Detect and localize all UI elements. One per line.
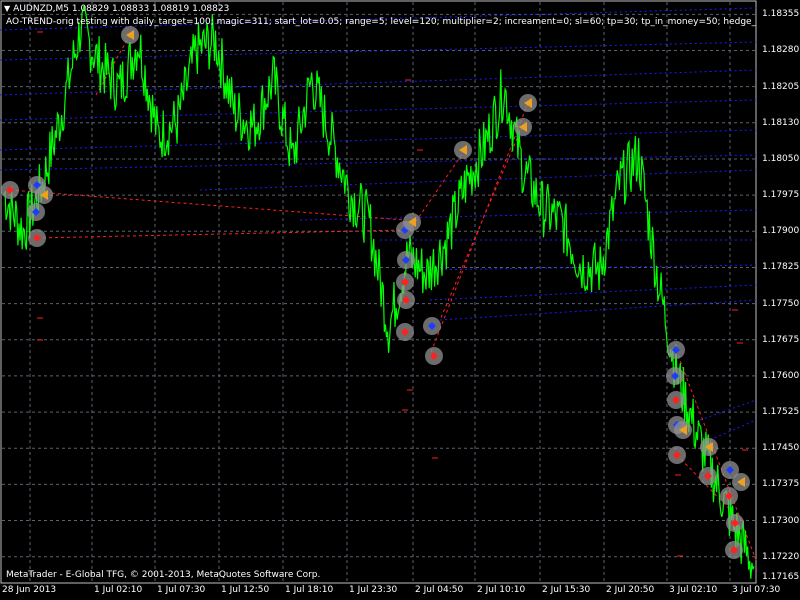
order-marker bbox=[397, 291, 415, 309]
order-marker bbox=[700, 438, 718, 456]
expert-advisor-settings: AO-TREND-orig testing with daily_target=… bbox=[6, 17, 756, 27]
order-marker bbox=[699, 467, 717, 485]
symbol-quote-line: AUDNZD,M5 1.08829 1.08833 1.08819 1.0882… bbox=[13, 4, 230, 14]
time-tick-label: 2 Jul 20:50 bbox=[606, 585, 655, 595]
time-tick-label: 3 Jul 07:30 bbox=[732, 585, 781, 595]
price-tick-label: 1.17750 bbox=[762, 298, 800, 309]
time-tick-label: 1 Jul 23:30 bbox=[349, 585, 398, 595]
order-marker bbox=[725, 541, 743, 559]
order-marker bbox=[732, 473, 750, 491]
order-marker bbox=[28, 229, 46, 247]
price-tick-label: 1.17300 bbox=[762, 515, 800, 526]
price-tick-label: 1.18355 bbox=[762, 9, 800, 20]
price-tick-label: 1.17900 bbox=[762, 226, 800, 237]
price-axis: 1.18355 1.18280 1.18205 1.18130 1.18050 1.179… bbox=[757, 0, 800, 583]
price-tick-label: 1.17600 bbox=[762, 370, 800, 381]
level-line bbox=[0, 99, 757, 121]
chart-menu-dropdown-icon[interactable]: ▼ bbox=[4, 4, 10, 13]
order-marker bbox=[27, 203, 45, 221]
copyright-notice: MetaTrader - E-Global TFG, © 2001-2013, … bbox=[6, 570, 321, 580]
price-tick-label: 1.17165 bbox=[762, 572, 800, 582]
level-line bbox=[0, 41, 757, 61]
level-line bbox=[0, 129, 757, 151]
price-tick-label: 1.17450 bbox=[762, 443, 800, 454]
order-marker bbox=[396, 323, 414, 341]
level-line bbox=[439, 299, 757, 321]
order-marker bbox=[666, 367, 684, 385]
level-line bbox=[699, 399, 757, 421]
chart-header: ▼ AUDNZD,M5 1.08829 1.08833 1.08819 1.088… bbox=[4, 3, 229, 15]
order-marker bbox=[668, 446, 686, 464]
order-marker bbox=[667, 391, 685, 409]
price-tick-label: 1.18050 bbox=[762, 153, 800, 164]
price-tick-label: 1.17375 bbox=[762, 479, 800, 490]
time-tick-label: 1 Jul 02:10 bbox=[94, 585, 143, 595]
time-tick-label: 1 Jul 18:10 bbox=[285, 585, 334, 595]
trade-line bbox=[9, 189, 406, 221]
order-marker bbox=[667, 341, 685, 359]
order-marker bbox=[397, 251, 415, 269]
level-line bbox=[429, 284, 757, 301]
order-marker bbox=[674, 421, 692, 439]
order-marker bbox=[35, 186, 53, 204]
order-marker bbox=[396, 273, 414, 291]
order-marker bbox=[1, 181, 19, 199]
price-tick-label: 1.18280 bbox=[762, 45, 800, 56]
level-line bbox=[709, 419, 757, 441]
order-marker bbox=[403, 213, 421, 231]
trade-markers bbox=[1, 26, 750, 559]
time-axis: 28 Jun 2013 1 Jul 02:10 1 Jul 07:30 1 Jul 1… bbox=[0, 583, 780, 600]
time-tick-label: 28 Jun 2013 bbox=[2, 585, 57, 595]
price-tick-label: 1.17675 bbox=[762, 334, 800, 345]
price-tick-label: 1.17975 bbox=[762, 190, 800, 201]
order-marker bbox=[423, 317, 441, 335]
price-tick-label: 1.17825 bbox=[762, 262, 800, 273]
order-marker bbox=[720, 487, 738, 505]
order-marker bbox=[726, 514, 744, 532]
order-marker bbox=[121, 26, 139, 44]
order-marker bbox=[514, 118, 532, 136]
price-tick-label: 1.17220 bbox=[762, 551, 800, 562]
price-series-line bbox=[3, 5, 755, 579]
time-tick-label: 2 Jul 10:10 bbox=[477, 585, 526, 595]
time-tick-label: 1 Jul 12:50 bbox=[221, 585, 270, 595]
time-tick-label: 2 Jul 04:50 bbox=[415, 585, 464, 595]
price-tick-label: 1.17525 bbox=[762, 407, 800, 418]
time-tick-label: 1 Jul 07:30 bbox=[157, 585, 206, 595]
order-marker bbox=[519, 94, 537, 112]
order-marker bbox=[454, 141, 472, 159]
price-chart[interactable] bbox=[0, 0, 800, 600]
price-tick-label: 1.18205 bbox=[762, 81, 800, 92]
order-marker bbox=[425, 347, 443, 365]
time-tick-label: 2 Jul 15:30 bbox=[542, 585, 591, 595]
price-tick-label: 1.18130 bbox=[762, 117, 800, 128]
time-tick-label: 3 Jul 02:10 bbox=[669, 585, 718, 595]
